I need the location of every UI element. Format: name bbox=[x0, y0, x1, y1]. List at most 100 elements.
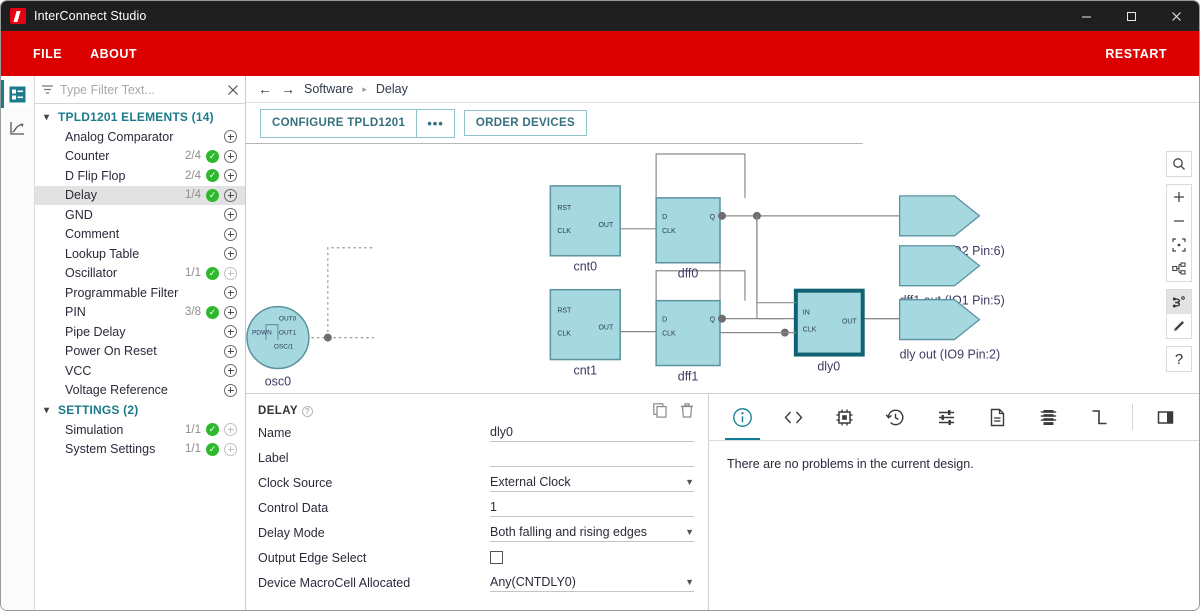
property-label: Control Data bbox=[258, 501, 329, 515]
delay-mode-select[interactable]: Both falling and rising edges ▼ bbox=[490, 525, 694, 542]
schematic-output-dly: dly out (IO9 Pin:2) bbox=[898, 299, 1000, 362]
pen-tool-icon[interactable] bbox=[1167, 314, 1191, 338]
property-row: Name dly0 bbox=[258, 425, 694, 442]
tree-item-lookup-table[interactable]: Lookup Table✓ bbox=[35, 244, 245, 264]
breadcrumb-software[interactable]: Software bbox=[304, 82, 353, 96]
tab-chip[interactable] bbox=[819, 394, 870, 440]
svg-text:dff1: dff1 bbox=[678, 369, 699, 383]
filter-input[interactable] bbox=[60, 82, 221, 97]
device-macrocell-select[interactable]: Any(CNTDLY0) ▼ bbox=[490, 575, 694, 592]
svg-text:RST: RST bbox=[557, 308, 572, 315]
add-element-icon[interactable] bbox=[224, 188, 237, 202]
waveform-view-icon[interactable] bbox=[5, 115, 31, 141]
chevron-down-icon[interactable]: ▾ bbox=[44, 405, 54, 416]
back-arrow-icon[interactable]: ← bbox=[258, 81, 272, 97]
tree-item-oscillator[interactable]: Oscillator 1/1 ✓ bbox=[35, 264, 245, 284]
tree-item-label: Analog Comparator bbox=[65, 129, 174, 144]
add-element-icon[interactable] bbox=[224, 130, 237, 144]
menu-about[interactable]: ABOUT bbox=[76, 41, 151, 67]
zoom-out-icon[interactable] bbox=[1167, 209, 1191, 233]
tab-history[interactable] bbox=[870, 394, 921, 440]
tree-item-gnd[interactable]: GND✓ bbox=[35, 205, 245, 225]
route-wire-icon[interactable] bbox=[1167, 290, 1191, 314]
tree-item-power-on-reset[interactable]: Power On Reset✓ bbox=[35, 342, 245, 362]
checkbox-icon[interactable] bbox=[490, 551, 503, 564]
menu-file[interactable]: FILE bbox=[19, 41, 76, 67]
tree-item-delay[interactable]: Delay 1/4 ✓ bbox=[35, 185, 245, 205]
tab-document[interactable] bbox=[972, 394, 1023, 440]
configure-more-button[interactable]: ••• bbox=[416, 108, 455, 138]
tree-item-simulation[interactable]: Simulation 1/1 ✓ bbox=[35, 420, 245, 440]
schematic-canvas[interactable]: RST CLK OUT cnt0 D CLK Q dff0 PDWN OUT0 … bbox=[246, 143, 1199, 393]
copy-icon[interactable] bbox=[653, 403, 668, 418]
add-element-icon[interactable] bbox=[224, 344, 237, 358]
tab-panel-toggle[interactable] bbox=[1140, 394, 1191, 440]
components-view-icon[interactable] bbox=[1, 80, 31, 108]
zoom-fit-icon[interactable] bbox=[1167, 233, 1191, 257]
clock-source-select[interactable]: External Clock ▼ bbox=[490, 475, 694, 492]
tree-item-voltage-reference[interactable]: Voltage Reference✓ bbox=[35, 381, 245, 401]
add-element-icon[interactable] bbox=[224, 247, 237, 261]
add-element-icon[interactable] bbox=[224, 286, 237, 300]
chevron-down-icon[interactable]: ▾ bbox=[44, 112, 54, 123]
add-element-icon[interactable] bbox=[224, 305, 237, 319]
restart-button[interactable]: RESTART bbox=[1091, 41, 1181, 67]
add-element-icon bbox=[224, 442, 237, 456]
tab-waveform[interactable] bbox=[1074, 394, 1125, 440]
tab-ic[interactable] bbox=[1023, 394, 1074, 440]
application-window: InterConnect Studio FILE ABOUT RESTART T… bbox=[0, 0, 1200, 611]
clear-icon[interactable] bbox=[227, 84, 239, 96]
tab-settings[interactable] bbox=[921, 394, 972, 440]
close-button[interactable] bbox=[1154, 1, 1199, 31]
label-field[interactable] bbox=[490, 450, 694, 467]
tree-item-vcc[interactable]: VCC✓ bbox=[35, 361, 245, 381]
add-element-icon[interactable] bbox=[224, 364, 237, 378]
tree-item-system-settings[interactable]: System Settings 1/1 ✓ bbox=[35, 440, 245, 460]
property-label: Label bbox=[258, 451, 289, 465]
search-icon[interactable] bbox=[1167, 152, 1191, 176]
tree-group-settings[interactable]: ▾ SETTINGS (2) bbox=[35, 400, 245, 420]
tree-item-pin[interactable]: PIN 3/8 ✓ bbox=[35, 303, 245, 323]
add-element-icon[interactable] bbox=[224, 208, 237, 222]
delete-icon[interactable] bbox=[680, 403, 694, 418]
schematic-canvas-wrapper[interactable]: RST CLK OUT cnt0 D CLK Q dff0 PDWN OUT0 … bbox=[246, 143, 1199, 393]
add-element-icon[interactable] bbox=[224, 383, 237, 397]
tree-item-programmable-filter[interactable]: Programmable Filter✓ bbox=[35, 283, 245, 303]
property-row: Control Data 1 bbox=[258, 500, 694, 517]
svg-text:RST: RST bbox=[557, 205, 572, 212]
control-data-field[interactable]: 1 bbox=[490, 500, 694, 517]
help-icon[interactable]: ? bbox=[1167, 347, 1191, 371]
check-icon: ✓ bbox=[206, 188, 219, 202]
add-element-icon[interactable] bbox=[224, 325, 237, 339]
chevron-down-icon[interactable]: ▼ bbox=[685, 477, 694, 487]
chevron-down-icon[interactable]: ▼ bbox=[685, 527, 694, 537]
tree-group-tpld1201-elements[interactable]: ▾ TPLD1201 ELEMENTS (14) bbox=[35, 107, 245, 127]
zoom-in-icon[interactable] bbox=[1167, 185, 1191, 209]
help-circle-icon[interactable]: ? bbox=[301, 405, 313, 417]
tab-code[interactable] bbox=[768, 394, 819, 440]
tree-item-pipe-delay[interactable]: Pipe Delay✓ bbox=[35, 322, 245, 342]
add-element-icon[interactable] bbox=[224, 149, 237, 163]
properties-panel: DELAY ? Name dly0 Label Clock Source Ext… bbox=[246, 394, 709, 610]
tree-item-comment[interactable]: Comment✓ bbox=[35, 225, 245, 245]
tree-item-count: 1/1 bbox=[185, 267, 201, 280]
name-field[interactable]: dly0 bbox=[490, 425, 694, 442]
chevron-down-icon[interactable]: ▼ bbox=[685, 577, 694, 587]
layout-tree-icon[interactable] bbox=[1167, 257, 1191, 281]
order-devices-button[interactable]: ORDER DEVICES bbox=[463, 110, 587, 136]
forward-arrow-icon[interactable]: → bbox=[281, 81, 295, 97]
tree-item-d-flip-flop[interactable]: D Flip Flop 2/4 ✓ bbox=[35, 166, 245, 186]
add-element-icon[interactable] bbox=[224, 169, 237, 183]
tree-item-counter[interactable]: Counter 2/4 ✓ bbox=[35, 147, 245, 167]
maximize-button[interactable] bbox=[1109, 1, 1154, 31]
tree-item-label: Programmable Filter bbox=[65, 285, 179, 300]
minimize-button[interactable] bbox=[1064, 1, 1109, 31]
tree-item-analog-comparator[interactable]: Analog Comparator✓ bbox=[35, 127, 245, 147]
tab-info[interactable] bbox=[717, 394, 768, 440]
add-element-icon[interactable] bbox=[224, 227, 237, 241]
check-icon: ✓ bbox=[206, 442, 219, 456]
configure-button[interactable]: CONFIGURE TPLD1201 bbox=[260, 108, 417, 138]
tree-item-label: PIN bbox=[65, 305, 86, 320]
breadcrumb-delay[interactable]: Delay bbox=[376, 82, 408, 96]
output-edge-select-checkbox[interactable] bbox=[490, 550, 694, 567]
